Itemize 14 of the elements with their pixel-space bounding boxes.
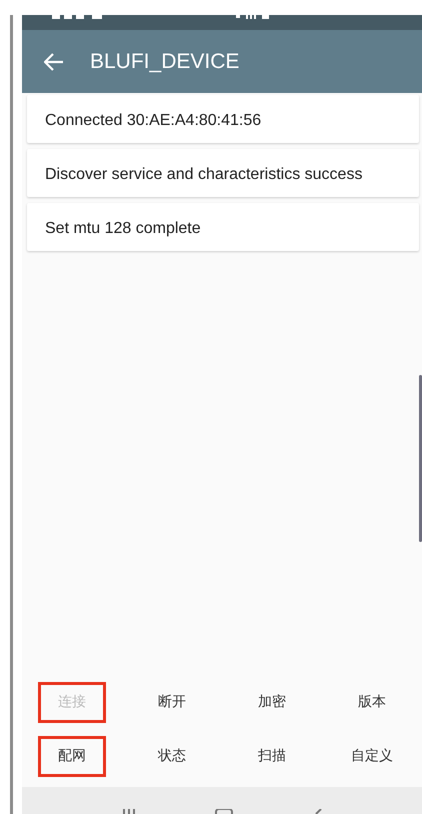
message-card: Set mtu 128 complete <box>27 203 419 251</box>
action-button[interactable]: 加密 <box>238 682 306 722</box>
action-button[interactable]: 断开 <box>138 682 206 722</box>
home-icon[interactable] <box>214 809 234 814</box>
back-arrow-icon[interactable] <box>44 52 64 70</box>
action-button[interactable]: 自定义 <box>338 736 406 776</box>
app-bar-title: BLUFI_DEVICE <box>90 50 240 74</box>
action-button[interactable]: 状态 <box>138 736 206 776</box>
action-button[interactable]: 配网 <box>38 736 106 776</box>
message-card: Connected 30:AE:A4:80:41:56 <box>27 95 419 143</box>
action-button[interactable]: 扫描 <box>238 736 306 776</box>
message-card: Discover service and characteristics success <box>27 149 419 197</box>
recent-apps-icon[interactable] <box>120 809 137 814</box>
action-button[interactable]: 版本 <box>338 682 406 722</box>
